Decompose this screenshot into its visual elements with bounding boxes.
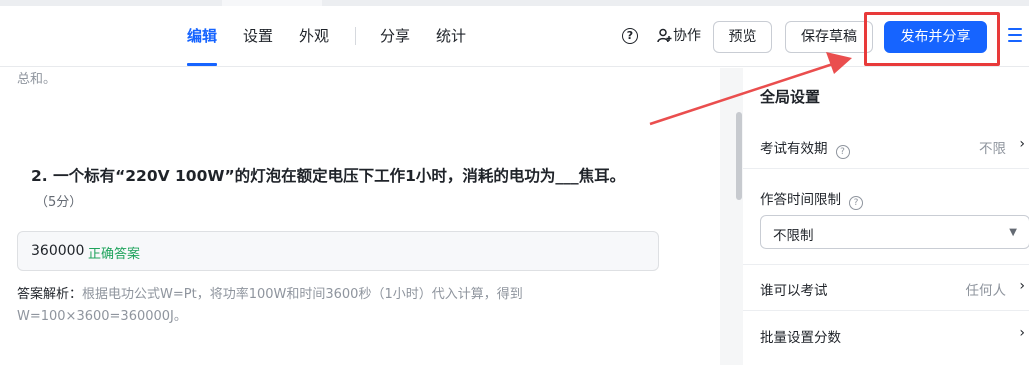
chevron-right-icon[interactable]: › <box>1019 278 1025 294</box>
row-divider <box>743 310 1029 311</box>
question-circle-icon[interactable]: ? <box>622 28 638 44</box>
save-draft-button[interactable]: 保存草稿 <box>785 21 873 53</box>
time-limit-label-text: 作答时间限制 <box>760 192 841 208</box>
batch-score-label[interactable]: 批量设置分数 <box>760 326 841 346</box>
chevron-right-icon[interactable]: › <box>1019 325 1025 341</box>
user-add-icon <box>657 28 672 43</box>
row-divider <box>743 168 1029 169</box>
validity-label-text: 考试有效期 <box>760 141 828 157</box>
answer-value: 360000 <box>31 243 85 259</box>
correct-answer-tag: 正确答案 <box>88 247 141 262</box>
preview-button[interactable]: 预览 <box>713 21 772 53</box>
validity-label: 考试有效期? <box>760 137 850 159</box>
time-limit-label: 作答时间限制? <box>760 188 863 210</box>
caret-down-icon: ▼ <box>1009 227 1017 238</box>
who-can-take-value[interactable]: 任何人 <box>966 279 1007 299</box>
tab-stats[interactable]: 统计 <box>436 6 466 66</box>
time-limit-selected: 不限制 <box>773 228 814 244</box>
help-icon[interactable]: ? <box>835 145 850 159</box>
question-title[interactable]: 2. 一个标有“220V 100W”的灯泡在额定电压下工作1小时，消耗的电功为_… <box>31 164 625 186</box>
row-divider <box>743 264 1029 265</box>
highlight-box <box>864 12 1000 66</box>
collaborate-label: 协作 <box>673 28 701 44</box>
tab-appearance[interactable]: 外观 <box>299 6 329 66</box>
question-score: （5分） <box>35 195 83 210</box>
who-can-take-label: 谁可以考试 <box>760 283 828 299</box>
answer-box[interactable]: 360000 正确答案 <box>17 231 659 271</box>
analysis-text: 根据电功公式W=Pt，将功率100W和时间3600秒（1小时）代入计算，得到W=… <box>17 287 523 324</box>
tab-share[interactable]: 分享 <box>380 6 410 66</box>
top-toolbar: 编辑 设置 外观 分享 统计 ? 协作 预览 保存草稿 发布并分享 <box>0 6 1029 67</box>
answer-analysis: 答案解析：根据电功公式W=Pt，将功率100W和时间3600秒（1小时）代入计算… <box>17 284 667 328</box>
scrollbar-thumb[interactable] <box>736 112 742 200</box>
panel-title: 全局设置 <box>760 88 821 106</box>
tab-settings[interactable]: 设置 <box>243 6 273 66</box>
analysis-label: 答案解析： <box>17 287 83 302</box>
tab-edit[interactable]: 编辑 <box>187 6 218 66</box>
chevron-right-icon[interactable]: › <box>1019 136 1025 152</box>
collaborate-button[interactable]: 协作 <box>657 25 701 47</box>
help-icon[interactable]: ? <box>849 196 863 210</box>
hamburger-menu-icon[interactable] <box>1008 28 1022 42</box>
tab-divider <box>355 27 356 45</box>
time-limit-select[interactable]: 不限制 ▼ <box>760 215 1029 249</box>
editor-main: 总和。 2. 一个标有“220V 100W”的灯泡在额定电压下工作1小时，消耗的… <box>0 68 720 365</box>
global-settings-panel: 全局设置 考试有效期? 不限 › 作答时间限制? 不限制 ▼ 谁可以考试 任何人… <box>743 68 1029 365</box>
previous-question-text: 总和。 <box>17 72 57 87</box>
validity-value[interactable]: 不限 <box>979 137 1006 157</box>
